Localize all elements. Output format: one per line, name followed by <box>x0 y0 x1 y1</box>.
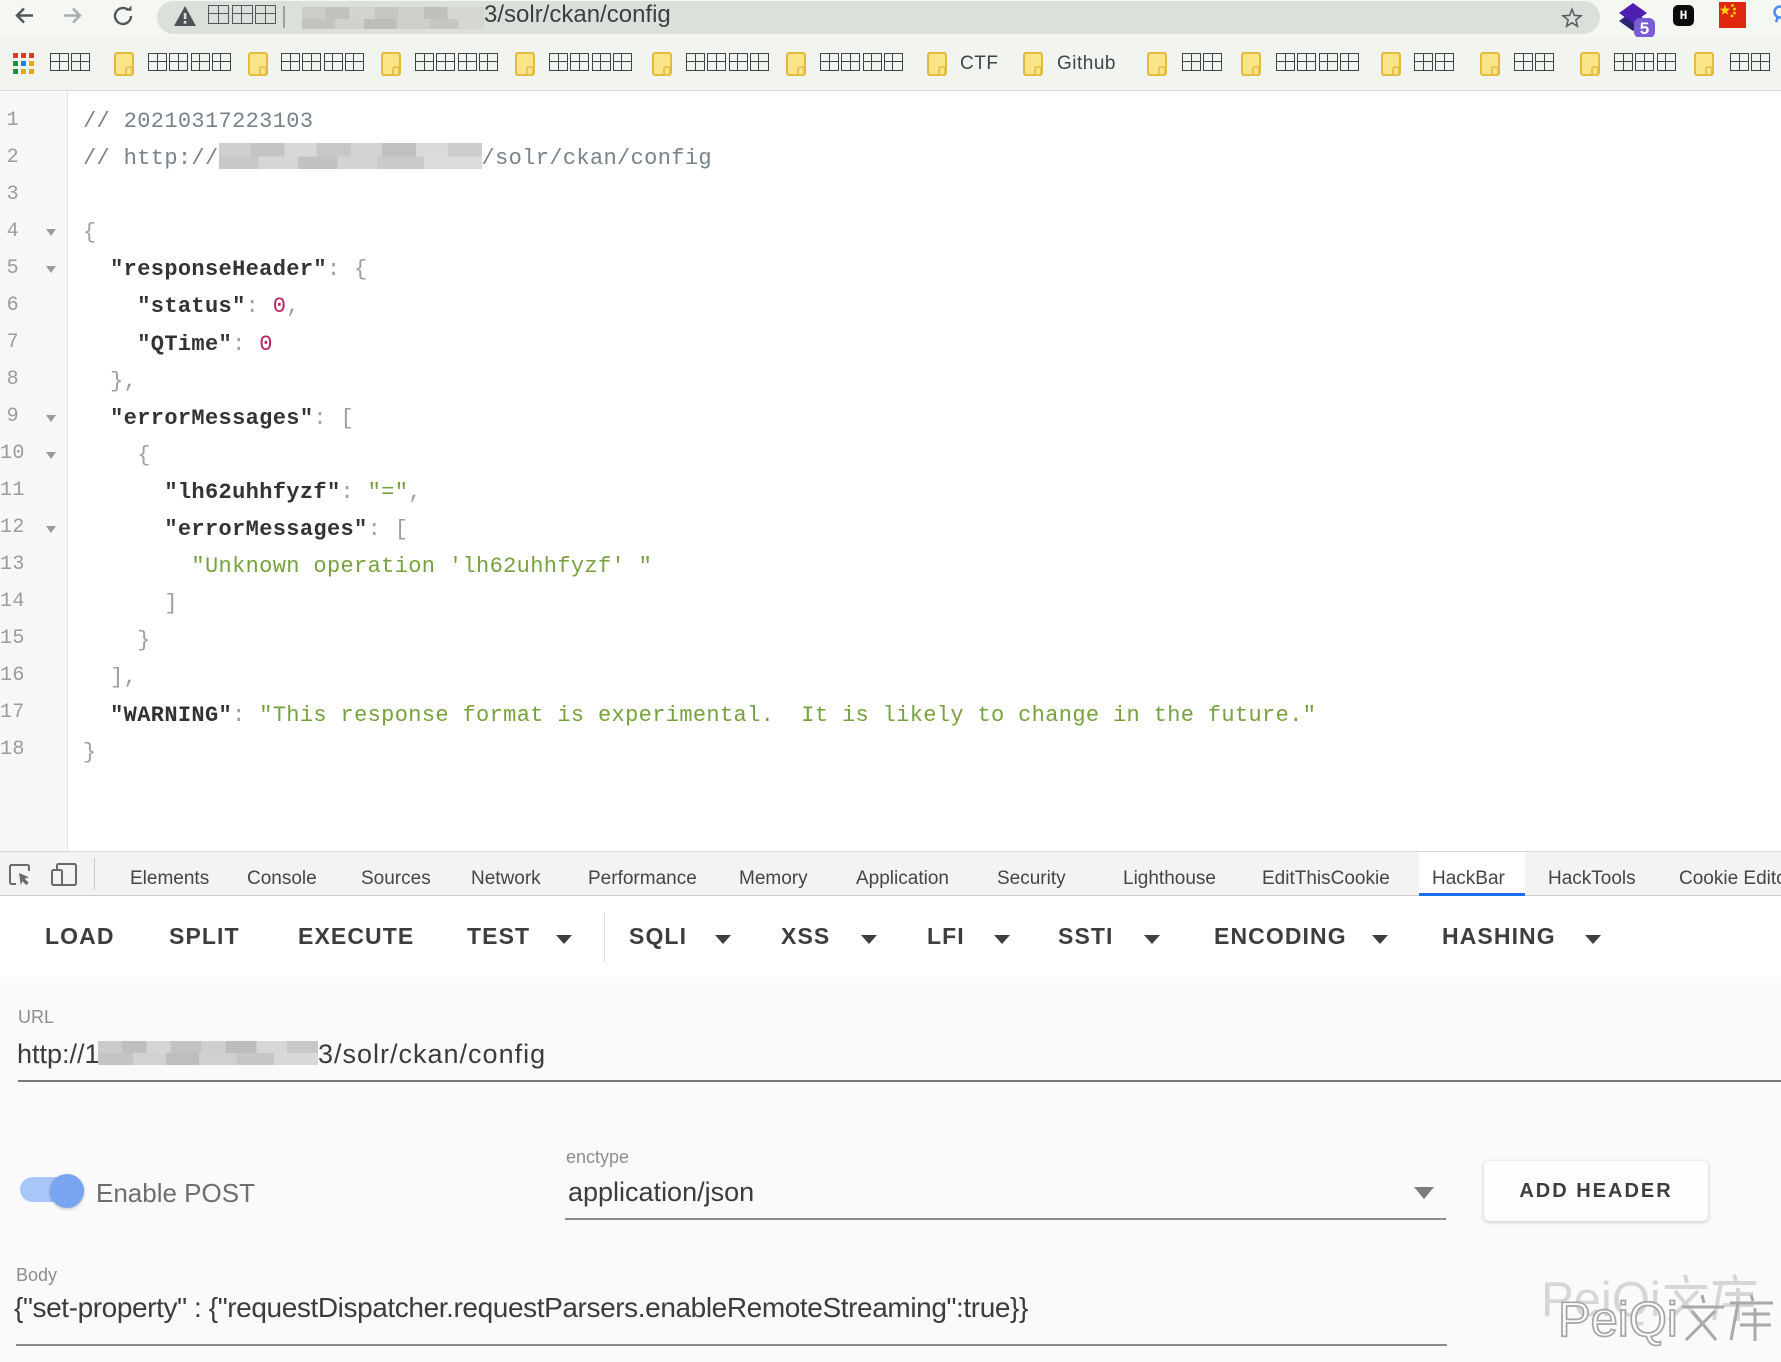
svg-text:5: 5 <box>1640 19 1649 37</box>
